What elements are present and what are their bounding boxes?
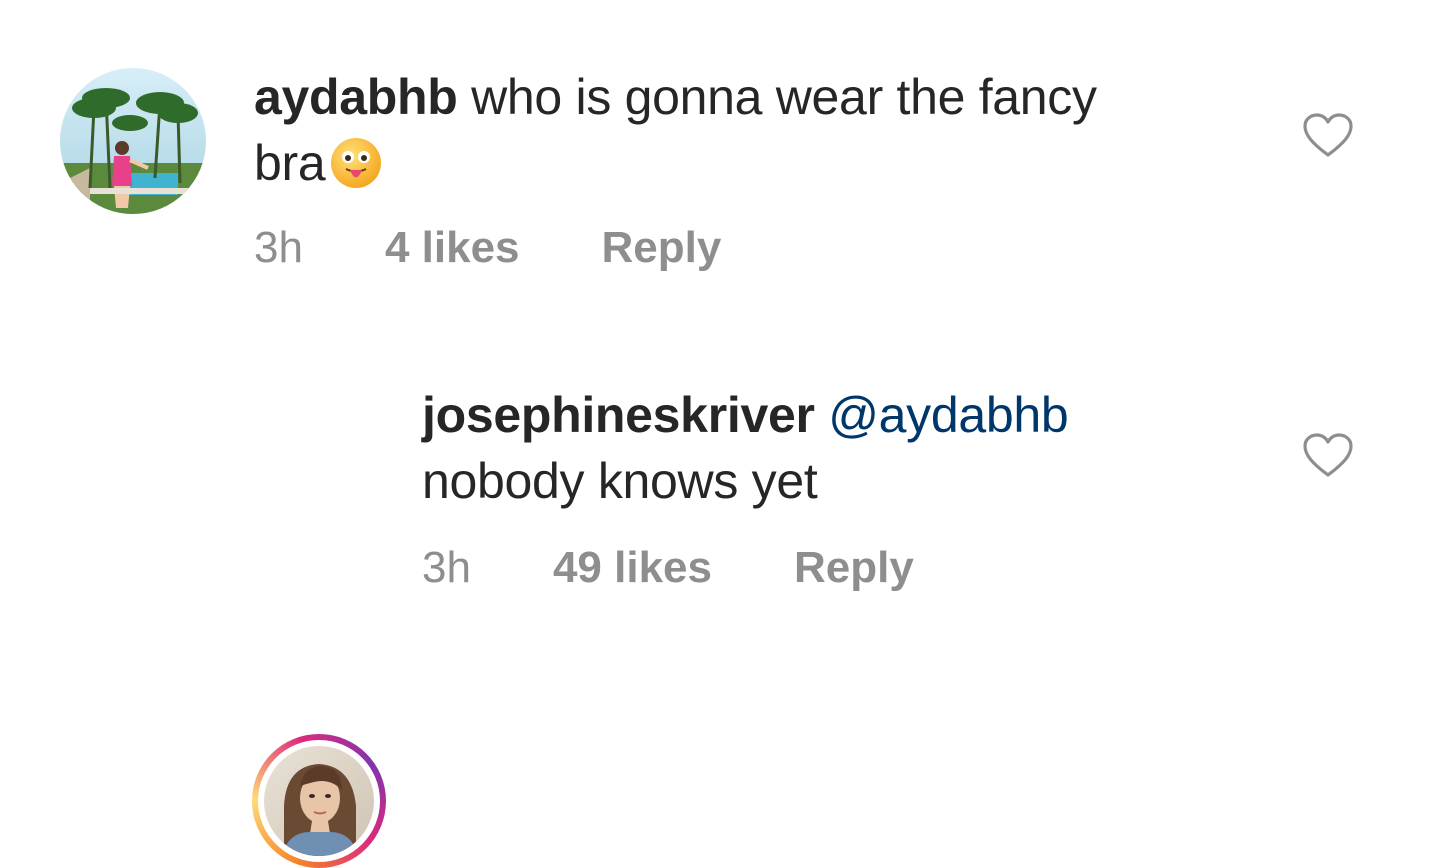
comment-mention[interactable]: @aydabhb bbox=[828, 387, 1069, 443]
comment-likes-count[interactable]: 4 likes bbox=[385, 223, 520, 273]
comment-timestamp: 3h bbox=[254, 223, 303, 272]
comment: aydabhb who is gonna wear the fancy bra bbox=[0, 0, 1440, 300]
reply-comment: josephineskriver @aydabhb nobody knows y… bbox=[0, 360, 1440, 868]
comment-username[interactable]: josephineskriver bbox=[422, 387, 815, 443]
stuck-out-tongue-emoji-icon bbox=[329, 136, 383, 190]
comment-text: aydabhb who is gonna wear the fancy bra bbox=[254, 64, 1234, 196]
heart-outline-icon[interactable] bbox=[1302, 112, 1354, 158]
reply-button[interactable]: Reply bbox=[794, 543, 914, 593]
comment-likes-count[interactable]: 49 likes bbox=[553, 543, 712, 593]
comment-text: josephineskriver @aydabhb nobody knows y… bbox=[422, 382, 1222, 514]
comment-meta: 3h 4 likes Reply bbox=[254, 218, 721, 278]
comment-body-cont: bra bbox=[254, 135, 326, 191]
heart-outline-icon[interactable] bbox=[1302, 432, 1354, 478]
comment-username[interactable]: aydabhb bbox=[254, 69, 458, 125]
reply-button[interactable]: Reply bbox=[602, 223, 722, 273]
avatar-story-ring[interactable] bbox=[252, 734, 386, 868]
comment-meta: 3h 49 likes Reply bbox=[422, 538, 914, 598]
avatar[interactable] bbox=[60, 68, 206, 214]
comment-timestamp: 3h bbox=[422, 543, 471, 592]
comment-body: who is gonna wear the fancy bbox=[471, 69, 1097, 125]
avatar bbox=[264, 746, 374, 856]
comment-body: nobody knows yet bbox=[422, 453, 818, 509]
